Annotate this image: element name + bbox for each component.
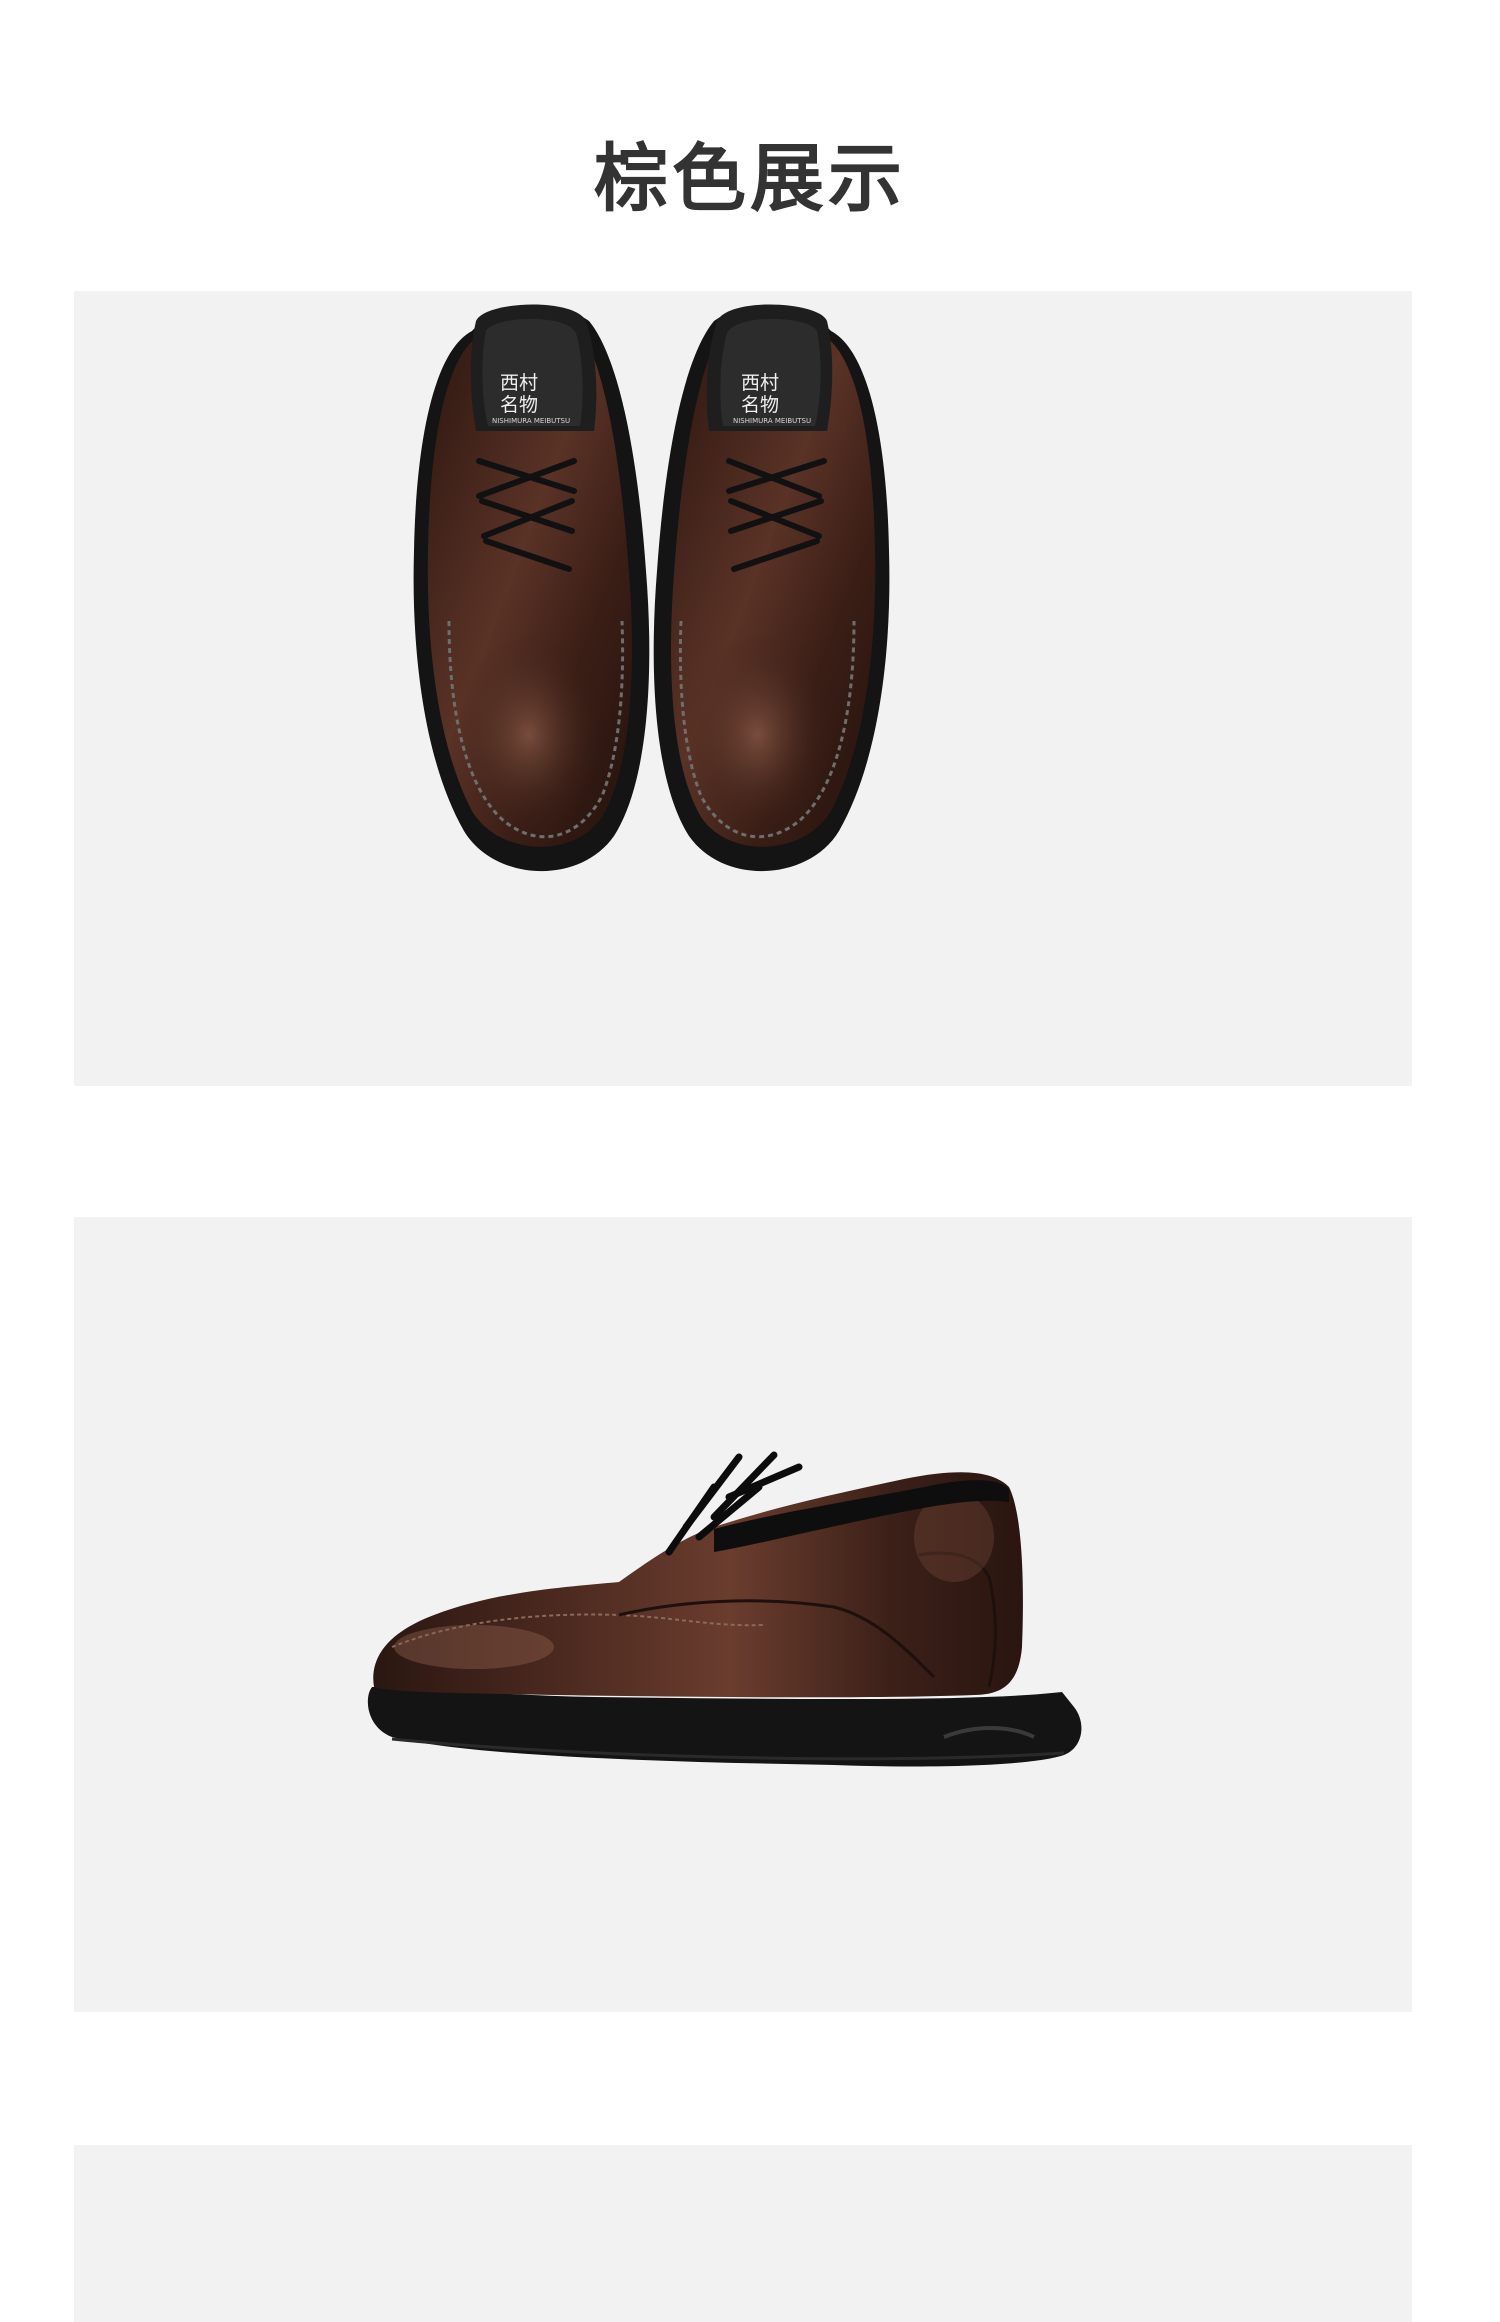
left-shoe: 西村 名物 NISHIMURA MEIBUTSU bbox=[413, 304, 650, 872]
insole-logo-left-line2: 名物 bbox=[500, 394, 538, 416]
product-image-next bbox=[74, 2145, 1412, 2322]
right-shoe: 西村 名物 NISHIMURA MEIBUTSU bbox=[653, 304, 890, 872]
shoe-pair-top-illustration: 西村 名物 NISHIMURA MEIBUTSU 西村 名物 NISHIMURA… bbox=[413, 304, 890, 872]
page-title: 棕色展示 bbox=[594, 135, 906, 222]
product-image-side-view bbox=[74, 1217, 1412, 2012]
insole-logo-right-sub: NISHIMURA MEIBUTSU bbox=[733, 417, 811, 425]
product-image-top-view: 西村 名物 NISHIMURA MEIBUTSU 西村 名物 NISHIMURA… bbox=[74, 291, 1412, 1086]
shoe-side-illustration bbox=[367, 1451, 1082, 1767]
insole-logo-left-sub: NISHIMURA MEIBUTSU bbox=[492, 417, 570, 425]
insole-logo-right-line2: 名物 bbox=[741, 394, 779, 416]
insole-logo-right-line1: 西村 bbox=[741, 372, 779, 394]
insole-logo-left-line1: 西村 bbox=[500, 372, 538, 394]
